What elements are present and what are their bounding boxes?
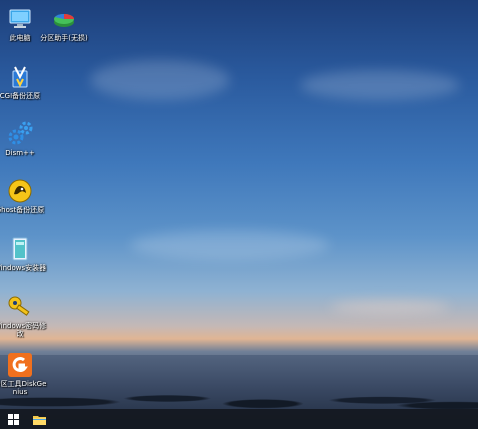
desktop-icon-label: 分区工具DiskGenius [0,380,47,396]
taskbar [0,409,478,429]
ghost-icon [7,178,33,204]
wallpaper-cloud [300,70,460,100]
key-icon [7,294,33,320]
computer-icon [7,6,33,32]
wallpaper-cloud [330,300,450,314]
windows-logo-icon [7,410,19,429]
desktop-icon-label: 此电脑 [9,34,31,42]
desktop-icon-label: 分区助手(无损) [40,34,88,42]
desktop-icon-diskgenius[interactable]: 分区工具DiskGenius [0,352,48,396]
gears-icon [7,121,33,147]
desktop-icon-partition-assistant[interactable]: 分区助手(无损) [36,6,92,42]
desktop-icon-cgi-backup[interactable]: CGI备份还原 [0,64,48,100]
desktop-icon-label: Windows密码修改 [0,322,47,338]
start-button[interactable] [0,409,26,429]
folder-icon [32,410,46,429]
desktop-icon-label: CGI备份还原 [0,92,41,100]
desktop-icon-ghost[interactable]: Ghost备份还原 [0,178,48,214]
file-explorer-button[interactable] [26,409,52,429]
desktop-icon-windows-installer[interactable]: Windows安装器 [0,236,48,272]
windows-installer-icon [7,236,33,262]
cgi-backup-icon [7,64,33,90]
desktop-icon-dism[interactable]: Dism++ [0,121,48,157]
desktop-icon-label: Windows安装器 [0,264,47,272]
desktop-icon-label: Dism++ [5,149,35,157]
desktop-icon-windows-password[interactable]: Windows密码修改 [0,294,48,338]
desktop: 此电脑 分区助手(无损) CGI备份还原 Dism++ Ghost备份还原 in… [0,0,478,429]
wallpaper-cloud [90,60,230,100]
diskgenius-icon [7,352,33,378]
wallpaper-rocks [0,374,478,409]
partition-assistant-icon [51,6,77,32]
desktop-icon-label: Ghost备份还原 [0,206,45,214]
wallpaper-cloud [130,230,330,260]
